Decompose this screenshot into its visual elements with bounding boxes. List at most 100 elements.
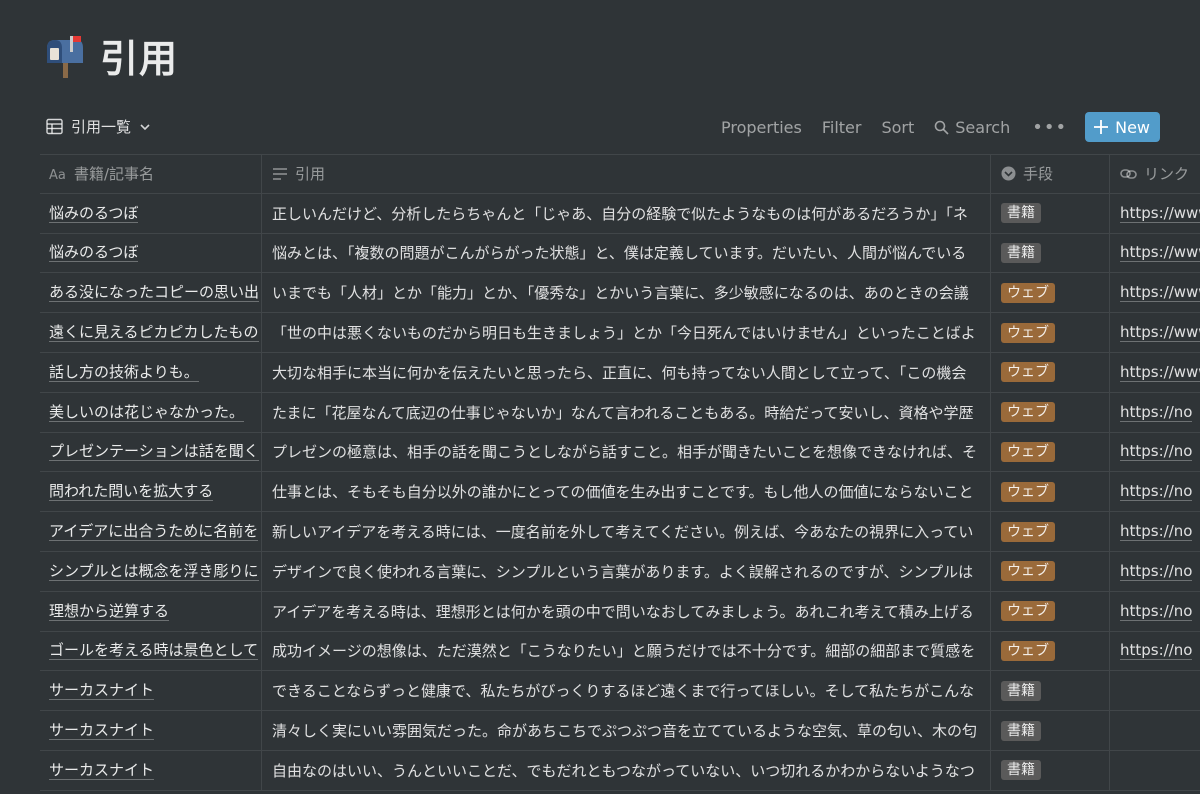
mailbox-icon[interactable] <box>44 34 86 78</box>
table-row[interactable]: シンプルとは概念を浮き彫りに デザインで良く使われる言葉に、シンプルという言葉があ… <box>40 551 1200 592</box>
link-cell[interactable]: https://www <box>1110 234 1200 273</box>
search-button[interactable]: Search <box>924 114 1020 141</box>
column-header-title[interactable]: Aa 書籍/記事名 <box>40 155 262 193</box>
table-row[interactable]: サーカスナイト できることならずっと健康で、私たちがびっくりするほど遠くまで行って… <box>40 671 1200 712</box>
row-title[interactable]: 問われた問いを拡大する <box>49 482 214 502</box>
row-link[interactable]: https://www <box>1120 204 1200 223</box>
row-title[interactable]: 美しいのは花じゃなかった。 <box>49 403 245 422</box>
row-link[interactable]: https://no <box>1120 403 1193 422</box>
row-title[interactable]: アイデアに出合うために名前を <box>49 522 259 542</box>
method-cell[interactable]: 書籍 <box>991 750 1110 790</box>
row-link[interactable]: https://www <box>1120 323 1200 343</box>
row-title[interactable]: シンプルとは概念を浮き彫りに <box>49 562 259 581</box>
method-cell[interactable]: 書籍 <box>991 671 1110 711</box>
row-link[interactable]: https://no <box>1120 482 1193 502</box>
row-title[interactable]: プレゼンテーションは話を聞く <box>49 442 259 462</box>
link-cell[interactable]: https://no <box>1110 393 1200 432</box>
title-cell[interactable]: 遠くに見えるピカピカしたもの <box>40 313 262 352</box>
row-link[interactable]: https://no <box>1120 602 1193 621</box>
method-cell[interactable]: 書籍 <box>991 711 1110 750</box>
sort-button[interactable]: Sort <box>871 114 924 141</box>
new-button[interactable]: New <box>1085 112 1160 142</box>
method-cell[interactable]: ウェブ <box>991 392 1110 432</box>
link-cell[interactable] <box>1110 711 1200 750</box>
column-header-quote[interactable]: 引用 <box>262 155 991 193</box>
table-row[interactable]: アイデアに出合うために名前を 新しいアイデアを考える時には、一度名前を外して考えて… <box>40 512 1200 552</box>
quote-cell[interactable]: たまに「花屋なんて底辺の仕事じゃないか」なんて言われることもある。時給だって安い… <box>262 392 991 432</box>
row-link[interactable]: https://no <box>1120 522 1193 542</box>
row-title[interactable]: 遠くに見えるピカピカしたもの <box>49 323 259 343</box>
row-title[interactable]: 悩みのるつぼ <box>49 243 139 263</box>
row-link[interactable]: https://www <box>1120 243 1200 263</box>
title-cell[interactable]: 問われた問いを拡大する <box>40 472 262 512</box>
title-cell[interactable]: サーカスナイト <box>40 711 262 750</box>
link-cell[interactable]: https://no <box>1110 433 1200 472</box>
method-cell[interactable]: ウェブ <box>991 551 1110 591</box>
quote-cell[interactable]: できることならずっと健康で、私たちがびっくりするほど遠くまで行ってほしい。そして… <box>262 671 991 711</box>
row-title[interactable]: ゴールを考える時は景色として <box>49 641 259 661</box>
title-cell[interactable]: シンプルとは概念を浮き彫りに <box>40 551 262 591</box>
properties-button[interactable]: Properties <box>711 114 812 141</box>
method-cell[interactable]: ウェブ <box>991 512 1110 551</box>
title-cell[interactable]: サーカスナイト <box>40 671 262 711</box>
row-link[interactable]: https://no <box>1120 442 1193 462</box>
row-title[interactable]: 理想から逆算する <box>49 602 170 621</box>
quote-cell[interactable]: 新しいアイデアを考える時には、一度名前を外して考えてください。例えば、今あなたの… <box>262 512 991 551</box>
more-options-button[interactable]: ••• <box>1020 117 1079 138</box>
table-row[interactable]: 美しいのは花じゃなかった。 たまに「花屋なんて底辺の仕事じゃないか」なんて言われる… <box>40 392 1200 433</box>
quote-cell[interactable]: デザインで良く使われる言葉に、シンプルという言葉があります。よく誤解されるのです… <box>262 551 991 591</box>
method-cell[interactable]: ウェブ <box>991 472 1110 512</box>
link-cell[interactable]: https://www <box>1110 273 1200 312</box>
quote-cell[interactable]: 仕事とは、そもそも自分以外の誰かにとっての価値を生み出すことです。もし他人の価値… <box>262 472 991 512</box>
table-row[interactable]: サーカスナイト 自由なのはいい、うんといいことだ、でもだれともつながっていない、い… <box>40 750 1200 791</box>
quote-cell[interactable]: 成功イメージの想像は、ただ漠然と「こうなりたい」と願うだけでは不十分です。細部の… <box>262 631 991 671</box>
link-cell[interactable] <box>1110 671 1200 710</box>
row-title[interactable]: ある没になったコピーの思い出 <box>49 283 260 303</box>
table-row[interactable]: サーカスナイト 清々しく実にいい雰囲気だった。命があちこちでぷつぷつ音を立てている… <box>40 711 1200 751</box>
row-title[interactable]: 悩みのるつぼ <box>49 204 139 223</box>
table-row[interactable]: 遠くに見えるピカピカしたもの 「世の中は悪くないものだから明日も生きましょう」とか… <box>40 313 1200 353</box>
title-cell[interactable]: 美しいのは花じゃなかった。 <box>40 392 262 432</box>
method-cell[interactable]: ウェブ <box>991 432 1110 472</box>
filter-button[interactable]: Filter <box>812 114 872 141</box>
method-cell[interactable]: ウェブ <box>991 273 1110 313</box>
table-row[interactable]: 悩みのるつぼ 正しいんだけど、分析したらちゃんと「じゃあ、自分の経験で似たようなも… <box>40 193 1200 234</box>
column-header-link[interactable]: リンク <box>1110 155 1200 193</box>
link-cell[interactable]: https://www <box>1110 353 1200 392</box>
link-cell[interactable]: https://no <box>1110 472 1200 511</box>
method-cell[interactable]: 書籍 <box>991 233 1110 273</box>
quote-cell[interactable]: 正しいんだけど、分析したらちゃんと「じゃあ、自分の経験で似たようなものは何がある… <box>262 193 991 233</box>
quote-cell[interactable]: 自由なのはいい、うんといいことだ、でもだれともつながっていない、いつ切れるかわか… <box>262 750 991 790</box>
quote-cell[interactable]: 悩みとは、「複数の問題がこんがらがった状態」と、僕は定義しています。だいたい、人… <box>262 233 991 273</box>
title-cell[interactable]: ある没になったコピーの思い出 <box>40 273 262 313</box>
row-link[interactable]: https://www <box>1120 363 1200 382</box>
link-cell[interactable]: https://no <box>1110 552 1200 591</box>
title-cell[interactable]: サーカスナイト <box>40 750 262 790</box>
table-row[interactable]: ゴールを考える時は景色として 成功イメージの想像は、ただ漠然と「こうなりたい」と願… <box>40 631 1200 672</box>
method-cell[interactable]: ウェブ <box>991 591 1110 631</box>
quote-cell[interactable]: 清々しく実にいい雰囲気だった。命があちこちでぷつぷつ音を立てているような空気、草… <box>262 711 991 750</box>
row-link[interactable]: https://no <box>1120 641 1193 661</box>
method-cell[interactable]: 書籍 <box>991 193 1110 233</box>
title-cell[interactable]: 話し方の技術よりも。 <box>40 352 262 392</box>
table-row[interactable]: 話し方の技術よりも。 大切な相手に本当に何かを伝えたいと思ったら、正直に、何も持っ… <box>40 352 1200 393</box>
row-title[interactable]: サーカスナイト <box>49 761 155 780</box>
row-title[interactable]: サーカスナイト <box>49 721 155 741</box>
row-title[interactable]: サーカスナイト <box>49 681 155 701</box>
link-cell[interactable]: https://no <box>1110 512 1200 551</box>
method-cell[interactable]: ウェブ <box>991 631 1110 671</box>
row-link[interactable]: https://www <box>1120 283 1200 303</box>
quote-cell[interactable]: 「世の中は悪くないものだから明日も生きましょう」とか「今日死んではいけません」と… <box>262 313 991 352</box>
row-link[interactable]: https://no <box>1120 562 1193 581</box>
quote-cell[interactable]: いまでも「人材」とか「能力」とか、「優秀な」とかいう言葉に、多少敏感になるのは、… <box>262 273 991 313</box>
table-row[interactable]: 問われた問いを拡大する 仕事とは、そもそも自分以外の誰かにとっての価値を生み出すこ… <box>40 472 1200 513</box>
table-row[interactable]: 悩みのるつぼ 悩みとは、「複数の問題がこんがらがった状態」と、僕は定義しています。… <box>40 233 1200 274</box>
link-cell[interactable]: https://www <box>1110 313 1200 352</box>
title-cell[interactable]: アイデアに出合うために名前を <box>40 512 262 551</box>
title-cell[interactable]: ゴールを考える時は景色として <box>40 631 262 671</box>
table-row[interactable]: プレゼンテーションは話を聞く プレゼンの極意は、相手の話を聞こうとしながら話すこと… <box>40 432 1200 473</box>
quote-cell[interactable]: アイデアを考える時は、理想形とは何かを頭の中で問いなおしてみましょう。あれこれ考… <box>262 591 991 631</box>
table-row[interactable]: ある没になったコピーの思い出 いまでも「人材」とか「能力」とか、「優秀な」とかいう… <box>40 273 1200 314</box>
title-cell[interactable]: 理想から逆算する <box>40 591 262 631</box>
column-header-method[interactable]: 手段 <box>991 155 1110 193</box>
